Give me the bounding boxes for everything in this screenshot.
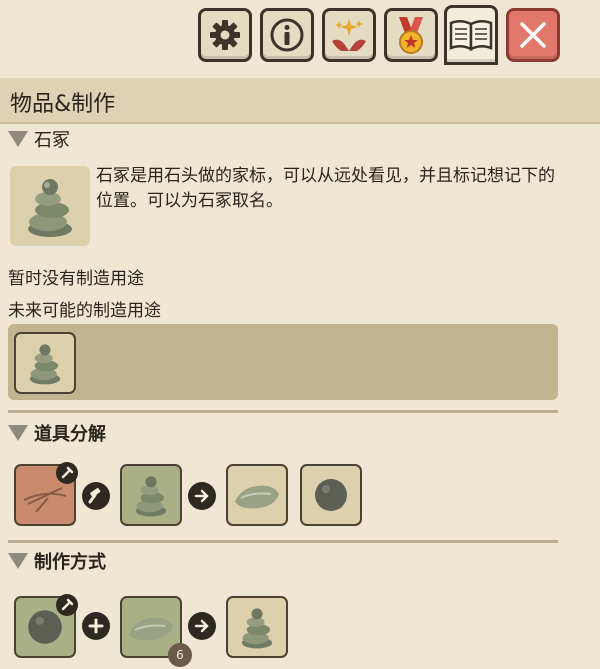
tool-overlay-badge	[56, 462, 78, 484]
future-usage-label: 未来可能的制造用途	[8, 301, 161, 321]
future-item-slot[interactable]	[14, 332, 76, 394]
item-name: 石冢	[34, 130, 70, 151]
stone-slab-icon	[235, 485, 279, 509]
arrow-operator	[188, 612, 216, 640]
salvage-input-slot[interactable]	[120, 464, 182, 526]
arrow-right-icon	[194, 619, 209, 633]
gear-icon	[210, 20, 240, 50]
tool-icon	[61, 598, 74, 611]
info-icon	[270, 18, 304, 52]
collapse-triangle-icon[interactable]	[8, 425, 28, 441]
crafting-heading: 制作方式	[34, 552, 106, 573]
tool-icon	[61, 466, 74, 479]
arrow-right-icon	[194, 489, 209, 503]
salvage-section-header[interactable]: 道具分解	[8, 420, 106, 446]
collapse-triangle-icon[interactable]	[8, 553, 28, 569]
divider	[8, 540, 558, 543]
book-icon	[449, 20, 493, 52]
stone-cairn-icon	[241, 608, 273, 649]
collapse-triangle-icon[interactable]	[8, 131, 28, 147]
medal-icon	[399, 17, 423, 54]
arrow-operator	[188, 482, 216, 510]
crafting-result-slot[interactable]	[226, 596, 288, 658]
book-button[interactable]	[444, 5, 498, 65]
item-section-header[interactable]: 石冢	[8, 126, 70, 152]
sparkle-hands-icon	[332, 18, 366, 51]
no-usage-text: 暂时没有制造用途	[8, 269, 144, 289]
info-button[interactable]	[260, 8, 314, 62]
plus-icon	[88, 618, 104, 634]
item-icon-box	[10, 166, 90, 246]
top-toolbar	[0, 0, 600, 78]
salvage-output-slot[interactable]	[226, 464, 288, 526]
hammer-operator	[82, 482, 110, 510]
close-icon	[520, 22, 546, 48]
stone-cairn-icon	[135, 476, 167, 517]
stone-cairn-icon	[28, 179, 72, 237]
item-description: 石冢是用石头做的家标，可以从远处看见，并且标记想记下的位置。可以为石冢取名。	[96, 166, 555, 211]
hammer-icon	[88, 487, 101, 504]
page-title: 物品&制作	[10, 92, 116, 117]
tool-overlay-badge	[56, 594, 78, 616]
settings-button[interactable]	[198, 8, 252, 62]
medals-button[interactable]	[384, 8, 438, 62]
salvage-heading: 道具分解	[34, 424, 106, 445]
title-bar: 物品&制作	[0, 78, 600, 124]
close-button[interactable]	[506, 8, 560, 62]
stone-cairn-icon	[29, 344, 61, 385]
future-usage-panel	[8, 324, 558, 400]
crafting-section-header[interactable]: 制作方式	[8, 548, 106, 574]
round-stone-icon	[315, 479, 347, 511]
ingredient-count-badge: 6	[168, 643, 192, 667]
plus-operator	[82, 612, 110, 640]
divider	[8, 410, 558, 413]
stone-slab-icon	[129, 617, 173, 641]
achievements-button[interactable]	[322, 8, 376, 62]
salvage-output-slot[interactable]	[300, 464, 362, 526]
